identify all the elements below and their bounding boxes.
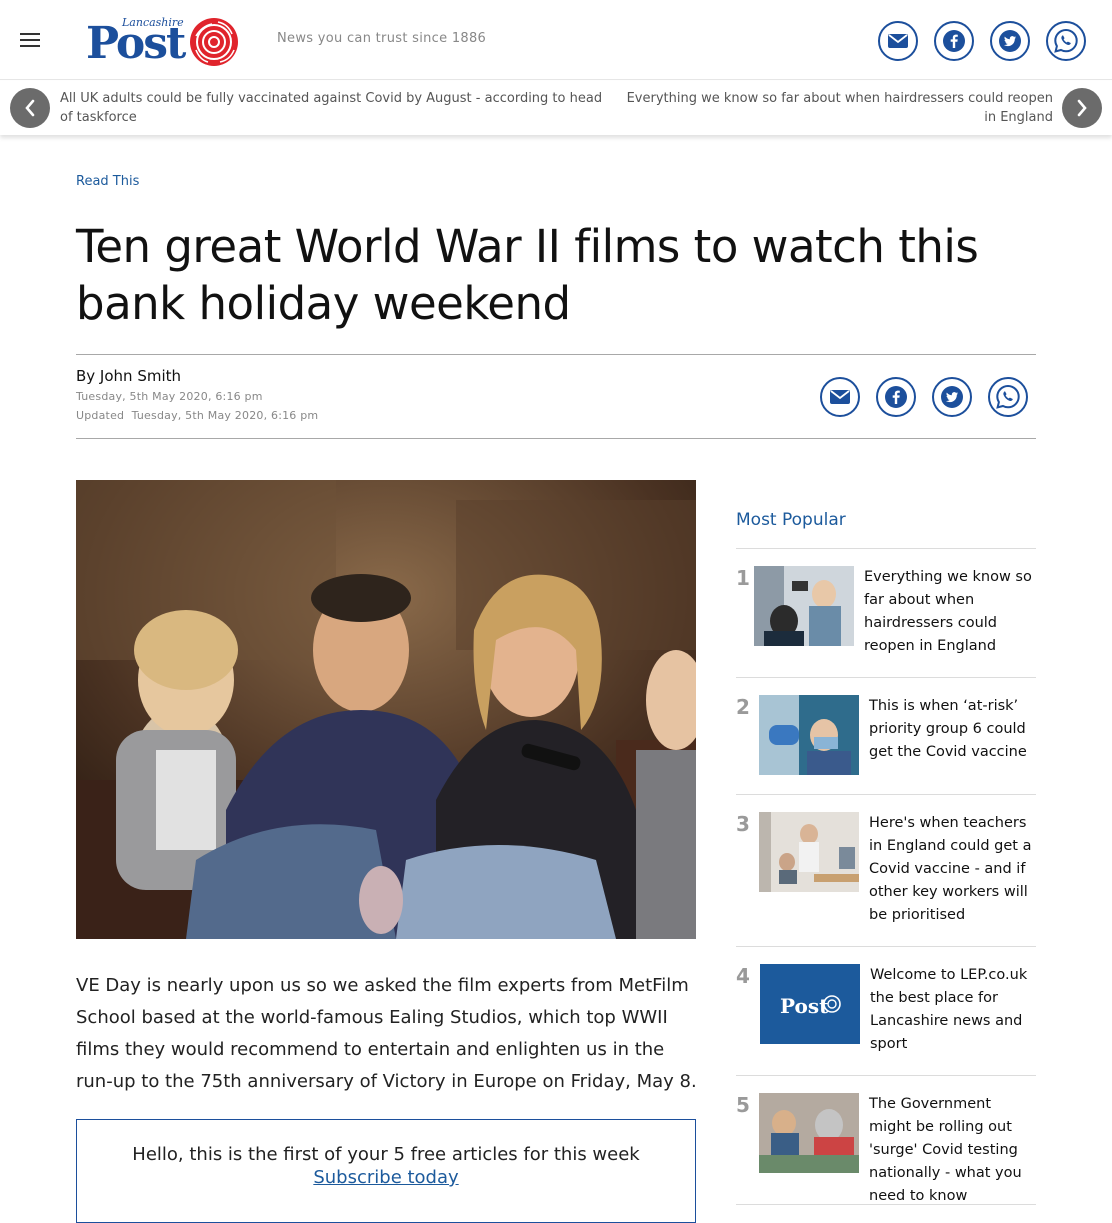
paywall-message: Hello, this is the first of your 5 free … [132,1144,640,1165]
rank-number: 5 [736,1093,750,1117]
chevron-right-icon [1077,99,1087,117]
most-popular-headline[interactable]: The Government might be rolling out 'sur… [869,1093,1036,1208]
most-popular-item[interactable]: 4 Post Welcome to LEP.co.uk the best pla… [736,964,1036,1076]
email-icon [888,34,908,48]
updated-date: Tuesday, 5th May 2020, 6:16 pm [131,409,319,422]
site-header: Lancashire Post News you can trust since… [0,0,1112,80]
header-email-button[interactable] [878,21,918,61]
article-facebook-button[interactable] [876,377,916,417]
article-whatsapp-button[interactable] [988,377,1028,417]
article-headline: Ten great World War II films to watch th… [76,220,979,330]
site-tagline: News you can trust since 1886 [277,31,487,46]
most-popular-item[interactable]: 2 This is when ‘at-risk’ priority group … [736,695,1036,795]
divider [76,354,1036,355]
email-icon [830,390,850,404]
most-popular-item[interactable]: 5 The Government might be rolling out 's… [736,1093,1036,1205]
logo-icon: Post [780,994,841,1018]
most-popular-headline[interactable]: This is when ‘at-risk’ priority group 6 … [869,695,1034,764]
rank-number: 2 [736,695,750,719]
subscribe-link[interactable]: Subscribe today [313,1167,458,1188]
header-whatsapp-button[interactable] [1046,21,1086,61]
article-thumbnail[interactable] [759,812,859,892]
ticker-link-left[interactable]: All UK adults could be fully vaccinated … [60,89,605,127]
divider [736,1204,1036,1205]
most-popular-headline[interactable]: Everything we know so far about when hai… [864,566,1034,658]
facebook-icon [885,386,907,408]
logo-main-text: Post [86,18,186,69]
divider [736,1075,1036,1076]
facebook-icon [943,30,965,52]
divider [736,548,1036,549]
divider [76,438,1036,439]
ticker-next-button[interactable] [1062,88,1102,128]
ticker-link-right[interactable]: Everything we know so far about when hai… [625,89,1053,127]
most-popular-headline[interactable]: Here's when teachers in England could ge… [869,812,1036,927]
svg-text:Post: Post [780,994,829,1018]
article-body: VE Day is nearly upon us so we asked the… [76,975,697,1092]
rank-number: 1 [736,566,750,590]
article-twitter-button[interactable] [932,377,972,417]
whatsapp-icon [1054,28,1078,53]
updated-label: Updated [76,409,125,422]
header-twitter-button[interactable] [990,21,1030,61]
divider [736,794,1036,795]
article-thumbnail[interactable] [754,566,854,646]
article-email-button[interactable] [820,377,860,417]
news-ticker: All UK adults could be fully vaccinated … [0,81,1112,135]
published-date: Tuesday, 5th May 2020, 6:16 pm [76,390,263,403]
rank-number: 4 [736,964,750,988]
menu-icon[interactable] [20,33,40,47]
divider [736,677,1036,678]
chevron-left-icon [25,99,35,117]
article-thumbnail[interactable]: Post [760,964,860,1044]
rank-number: 3 [736,812,750,836]
most-popular-item[interactable]: 1 Everything we know so far about when h… [736,566,1036,678]
divider [736,946,1036,947]
most-popular-title: Most Popular [736,510,846,530]
whatsapp-icon [996,384,1020,409]
paywall-box: Hello, this is the first of your 5 free … [76,1119,696,1223]
site-logo[interactable]: Lancashire Post [86,14,240,69]
twitter-icon [999,30,1021,52]
ticker-prev-button[interactable] [10,88,50,128]
hero-image [76,480,696,939]
most-popular-headline[interactable]: Welcome to LEP.co.uk the best place for … [870,964,1036,1056]
byline: By John Smith [76,367,182,385]
header-facebook-button[interactable] [934,21,974,61]
rose-icon [190,18,238,66]
article-thumbnail[interactable] [759,695,859,775]
section-link[interactable]: Read This [76,174,139,189]
twitter-icon [941,386,963,408]
most-popular-item[interactable]: 3 Here's when teachers in England could … [736,812,1036,946]
article-thumbnail[interactable] [759,1093,859,1173]
updated-line: Updated Tuesday, 5th May 2020, 6:16 pm [76,409,318,422]
